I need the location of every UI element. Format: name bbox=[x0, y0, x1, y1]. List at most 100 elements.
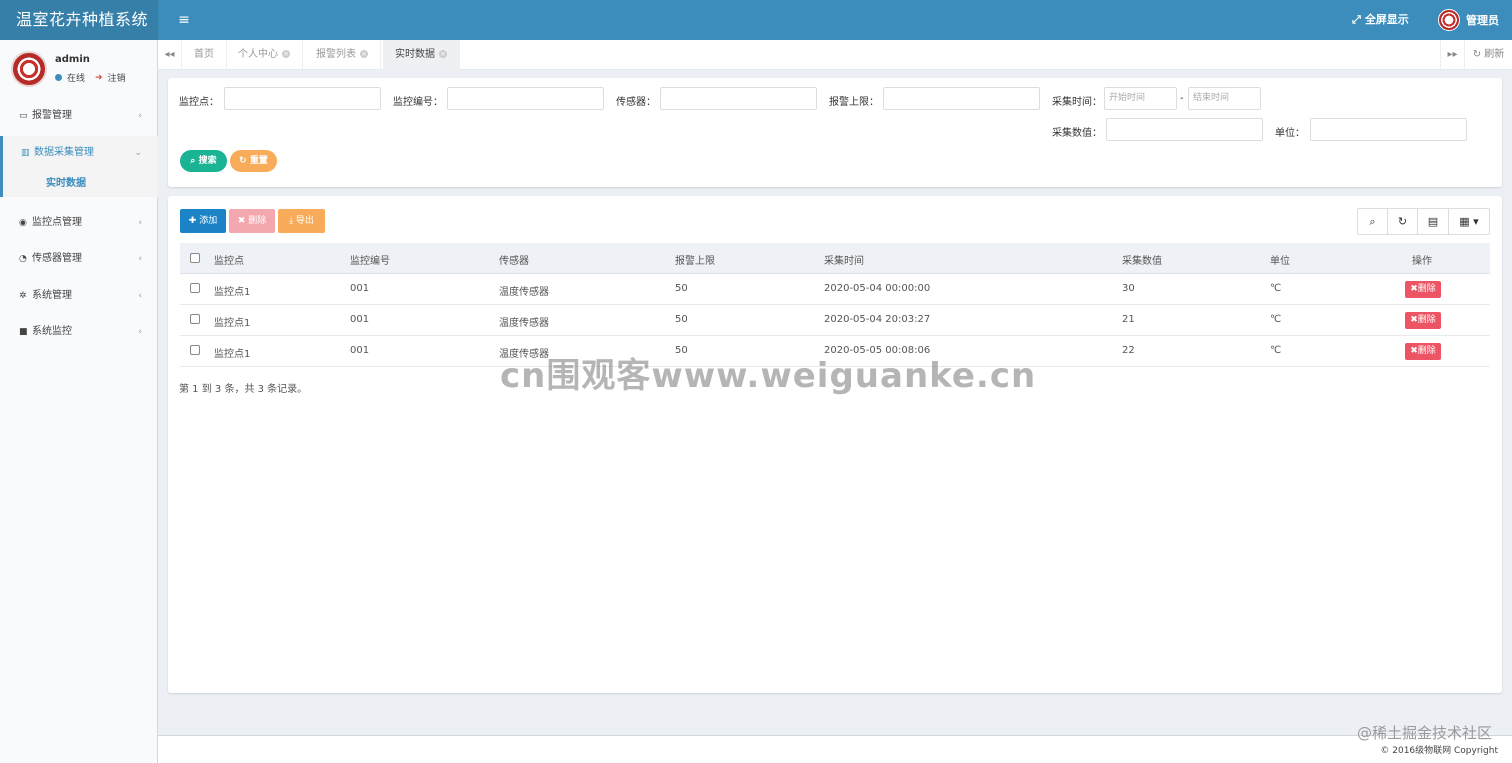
monitor-code-input[interactable] bbox=[447, 87, 604, 110]
table-search-icon[interactable]: ⌕ bbox=[1357, 208, 1388, 235]
delete-button[interactable]: ✖ 删除 bbox=[229, 209, 275, 233]
sidebar-item-label: 数据采集管理 bbox=[34, 147, 94, 158]
pagination-info: 第 1 到 3 条，共 3 条记录。 bbox=[179, 384, 308, 395]
gauge-icon: ◔ bbox=[19, 254, 27, 264]
table-columns-icon[interactable]: ▦ ▾ bbox=[1448, 208, 1490, 235]
bar-chart-icon: ▥ bbox=[21, 148, 30, 158]
select-all-checkbox[interactable] bbox=[190, 253, 200, 263]
tab-scroll-left-icon[interactable]: ◂◂ bbox=[158, 40, 182, 70]
chevron-left-icon: ‹ bbox=[138, 327, 142, 337]
sidebar-item-system[interactable]: ✲ 系统管理 ‹ bbox=[0, 279, 158, 313]
add-button-label: 添加 bbox=[199, 216, 218, 226]
delete-button-label: 删除 bbox=[248, 216, 267, 226]
row-checkbox[interactable] bbox=[190, 345, 200, 355]
tab-label: 个人中心 bbox=[238, 49, 278, 60]
export-button[interactable]: ⤓ 导出 bbox=[278, 209, 325, 233]
tab-label: 实时数据 bbox=[395, 49, 435, 60]
sidebar-item-alarm[interactable]: ▭ 报警管理 ‹ bbox=[0, 99, 158, 133]
user-status: 在线 ➜ 注销 bbox=[55, 71, 126, 84]
close-icon[interactable]: × bbox=[439, 50, 447, 58]
cell-point: 监控点1 bbox=[214, 318, 251, 329]
cell-point: 监控点1 bbox=[214, 287, 251, 298]
start-time-input[interactable]: 开始时间 bbox=[1104, 87, 1177, 110]
top-header: 温室花卉种植系统 ≡ ⤢ 全屏显示 管理员 bbox=[0, 0, 1512, 40]
sensor-input[interactable] bbox=[660, 87, 817, 110]
cell-unit: ℃ bbox=[1270, 345, 1282, 356]
sidebar-subitem-realtime[interactable]: 实时数据 bbox=[0, 170, 158, 197]
close-icon[interactable]: × bbox=[360, 50, 368, 58]
alarm-limit-input[interactable] bbox=[883, 87, 1040, 110]
sidebar-item-label: 系统管理 bbox=[32, 290, 72, 301]
end-time-input[interactable]: 结束时间 bbox=[1188, 87, 1261, 110]
tab-profile[interactable]: 个人中心 × bbox=[226, 40, 303, 70]
user-avatar bbox=[11, 51, 47, 87]
row-checkbox[interactable] bbox=[190, 314, 200, 324]
tab-realtime-data[interactable]: 实时数据 × bbox=[383, 40, 460, 70]
column-header[interactable]: 操作 bbox=[1412, 252, 1432, 267]
sidebar-item-data-collection[interactable]: ▥ 数据采集管理 ⌄ bbox=[0, 136, 158, 170]
logout-icon: ➜ bbox=[95, 72, 103, 83]
sidebar-item-monitor-point[interactable]: ◉ 监控点管理 ‹ bbox=[0, 206, 158, 240]
sidebar-item-sensor[interactable]: ◔ 传感器管理 ‹ bbox=[0, 242, 158, 276]
table-refresh-icon[interactable]: ↻ bbox=[1387, 208, 1418, 235]
tab-alarm-list[interactable]: 报警列表 × bbox=[304, 40, 381, 70]
table-row: 监控点1 001 温度传感器 50 2020-05-04 00:00:00 30… bbox=[180, 274, 1490, 305]
plus-icon: ✚ bbox=[188, 216, 200, 226]
tab-bar: ◂◂ 首页 个人中心 × 报警列表 × 实时数据 × ▸▸ ↻ 刷新 bbox=[158, 40, 1512, 70]
search-button[interactable]: ⌕ 搜索 bbox=[180, 150, 227, 172]
hamburger-menu-icon[interactable]: ≡ bbox=[170, 0, 198, 40]
user-menu[interactable]: 管理员 bbox=[1438, 0, 1499, 40]
chevron-left-icon: ‹ bbox=[138, 254, 142, 264]
row-delete-button[interactable]: ✖删除 bbox=[1405, 281, 1441, 298]
column-header[interactable]: 采集时间 bbox=[824, 252, 864, 267]
cell-sensor: 温度传感器 bbox=[499, 287, 549, 298]
reset-button[interactable]: ↻ 重置 bbox=[230, 150, 277, 172]
column-header[interactable]: 单位 bbox=[1270, 252, 1290, 267]
column-header[interactable]: 采集数值 bbox=[1122, 252, 1162, 267]
x-icon: ✖ bbox=[237, 216, 249, 226]
close-icon[interactable]: × bbox=[282, 50, 290, 58]
cell-sensor: 温度传感器 bbox=[499, 318, 549, 329]
logout-link[interactable]: 注销 bbox=[108, 71, 126, 84]
column-header[interactable]: 传感器 bbox=[499, 252, 529, 267]
footer: @稀土掘金技术社区 © 2016级物联网 Copyright bbox=[158, 724, 1512, 763]
monitor-point-input[interactable] bbox=[224, 87, 381, 110]
column-header[interactable]: 监控点 bbox=[214, 252, 244, 267]
label-monitor-code: 监控编号： bbox=[393, 97, 443, 108]
user-name: admin bbox=[55, 54, 90, 65]
cell-unit: ℃ bbox=[1270, 314, 1282, 325]
reset-button-label: 重置 bbox=[249, 156, 268, 166]
footer-logo: @稀土掘金技术社区 bbox=[1356, 724, 1492, 742]
tab-home[interactable]: 首页 bbox=[182, 40, 227, 70]
sidebar: admin 在线 ➜ 注销 ▭ 报警管理 ‹ ▥ 数据采集管理 ⌄ 实时数据 ◉ 监控… bbox=[0, 40, 158, 763]
refresh-button[interactable]: ↻ 刷新 bbox=[1464, 40, 1512, 70]
monitor-icon: ▭ bbox=[19, 111, 28, 121]
chevron-down-icon: ⌄ bbox=[134, 148, 142, 158]
video-icon: ■ bbox=[19, 327, 28, 337]
cell-time: 2020-05-04 00:00:00 bbox=[824, 283, 931, 294]
cell-value: 22 bbox=[1122, 345, 1135, 356]
cell-code: 001 bbox=[350, 345, 370, 356]
cell-limit: 50 bbox=[675, 283, 688, 294]
cell-limit: 50 bbox=[675, 314, 688, 325]
cell-code: 001 bbox=[350, 314, 370, 325]
column-header[interactable]: 监控编号 bbox=[350, 252, 390, 267]
cell-point: 监控点1 bbox=[214, 349, 251, 360]
table-toggle-view-icon[interactable]: ▤ bbox=[1417, 208, 1449, 235]
sidebar-item-system-monitor[interactable]: ■ 系统监控 ‹ bbox=[0, 315, 158, 349]
gear-icon: ✲ bbox=[19, 291, 27, 301]
online-label: 在线 bbox=[67, 74, 86, 84]
add-button[interactable]: ✚ 添加 bbox=[180, 209, 226, 233]
fullscreen-button[interactable]: ⤢ 全屏显示 bbox=[1352, 0, 1409, 40]
user-menu-label: 管理员 bbox=[1466, 14, 1499, 27]
row-delete-button[interactable]: ✖删除 bbox=[1405, 312, 1441, 329]
column-header[interactable]: 报警上限 bbox=[675, 252, 715, 267]
chevron-left-icon: ‹ bbox=[138, 291, 142, 301]
table-panel: ✚ 添加 ✖ 删除 ⤓ 导出 ⌕ ↻ ▤ ▦ ▾ 监控点 监控编号 传感器 报警… bbox=[168, 196, 1502, 693]
collect-value-input[interactable] bbox=[1106, 118, 1263, 141]
unit-input[interactable] bbox=[1310, 118, 1467, 141]
row-delete-button[interactable]: ✖删除 bbox=[1405, 343, 1441, 360]
row-checkbox[interactable] bbox=[190, 283, 200, 293]
reset-icon: ↻ bbox=[239, 156, 250, 166]
tab-scroll-right-icon[interactable]: ▸▸ bbox=[1440, 40, 1464, 70]
